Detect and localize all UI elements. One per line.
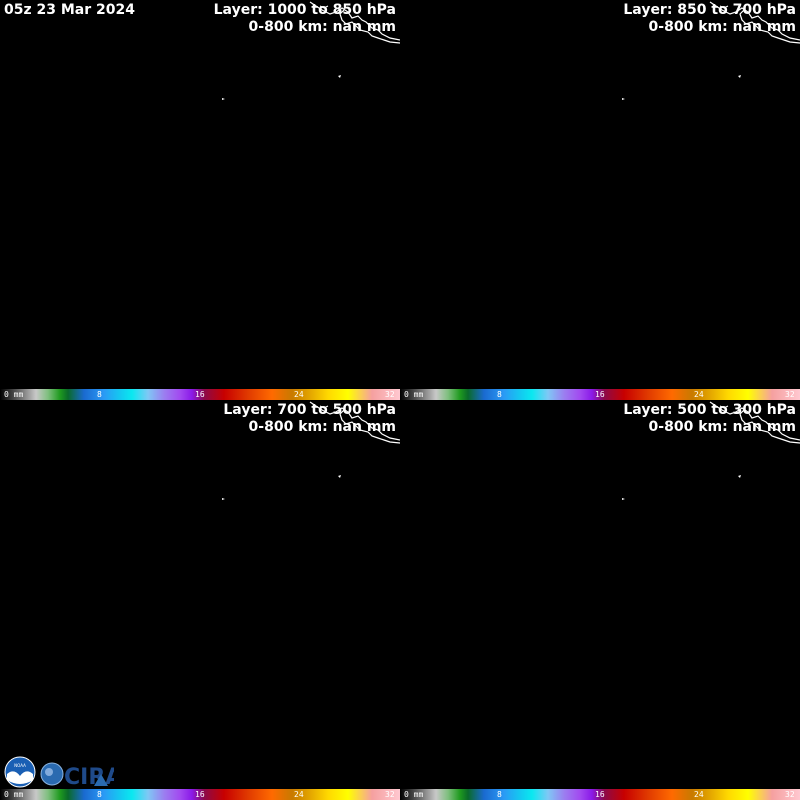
timestamp-label: 05z 23 Mar 2024 [4, 2, 135, 18]
colorbar: 0 mm 8 16 24 32 [400, 389, 800, 400]
radius-value: 0-800 km: nan mm [648, 19, 796, 35]
colorbar-tick-label: 16 [195, 390, 205, 399]
colorbar: 0 mm 8 16 24 32 [0, 389, 400, 400]
layer-title: Layer: 850 to 700 hPa [623, 2, 796, 18]
colorbar-tick-label: 24 [294, 790, 304, 799]
colorbar-tick-label: 8 [97, 390, 102, 399]
radius-value: 0-800 km: nan mm [248, 19, 396, 35]
colorbar-tick-label: 16 [595, 390, 605, 399]
colorbar: 0 mm 8 16 24 32 [400, 789, 800, 800]
colorbar-tick-label: 0 mm [4, 790, 24, 799]
coastline-map [622, 1, 800, 100]
panel-layer-1000-850: 05z 23 Mar 2024 Layer: 1000 to 850 hPa 0… [0, 0, 400, 400]
colorbar-tick-label: 8 [497, 790, 502, 799]
colorbar-tick-label: 16 [595, 790, 605, 799]
colorbar-tick-label: 24 [694, 790, 704, 799]
layer-label: Layer: 700 to 500 hPa 0-800 km: nan mm [223, 402, 396, 436]
colorbar-tick-label: 0 mm [4, 390, 24, 399]
cira-logo-icon: CIRA [40, 762, 114, 788]
layer-title: Layer: 700 to 500 hPa [223, 402, 396, 418]
panel-layer-850-700: Layer: 850 to 700 hPa 0-800 km: nan mm 0… [400, 0, 800, 400]
colorbar-tick-label: 32 [385, 390, 395, 399]
colorbar-tick-label: 16 [195, 790, 205, 799]
colorbar-tick-label: 8 [497, 390, 502, 399]
radius-value: 0-800 km: nan mm [248, 419, 396, 435]
coastline-map [222, 1, 400, 100]
colorbar-tick-label: 0 mm [404, 790, 424, 799]
panel-layer-700-500: Layer: 700 to 500 hPa 0-800 km: nan mm 0… [0, 400, 400, 800]
colorbar-tick-label: 32 [785, 390, 795, 399]
noaa-logo-icon: NOAA [4, 756, 36, 788]
layer-label: Layer: 1000 to 850 hPa 0-800 km: nan mm [214, 2, 396, 36]
colorbar-tick-label: 24 [694, 390, 704, 399]
layer-label: Layer: 500 to 300 hPa 0-800 km: nan mm [623, 402, 796, 436]
layer-title: Layer: 500 to 300 hPa [623, 402, 796, 418]
agency-logos: NOAA CIRA [4, 756, 114, 788]
colorbar-tick-label: 32 [785, 790, 795, 799]
radius-value: 0-800 km: nan mm [648, 419, 796, 435]
panel-layer-500-300: Layer: 500 to 300 hPa 0-800 km: nan mm 0… [400, 400, 800, 800]
colorbar-tick-label: 8 [97, 790, 102, 799]
colorbar: 0 mm 8 16 24 32 [0, 789, 400, 800]
coastline-map [622, 401, 800, 500]
layer-title: Layer: 1000 to 850 hPa [213, 2, 396, 18]
colorbar-tick-label: 0 mm [404, 390, 424, 399]
colorbar-tick-label: 24 [294, 390, 304, 399]
colorbar-tick-label: 32 [385, 790, 395, 799]
noaa-logo-text: NOAA [14, 763, 26, 768]
layer-label: Layer: 850 to 700 hPa 0-800 km: nan mm [623, 2, 796, 36]
coastline-map [222, 401, 400, 500]
